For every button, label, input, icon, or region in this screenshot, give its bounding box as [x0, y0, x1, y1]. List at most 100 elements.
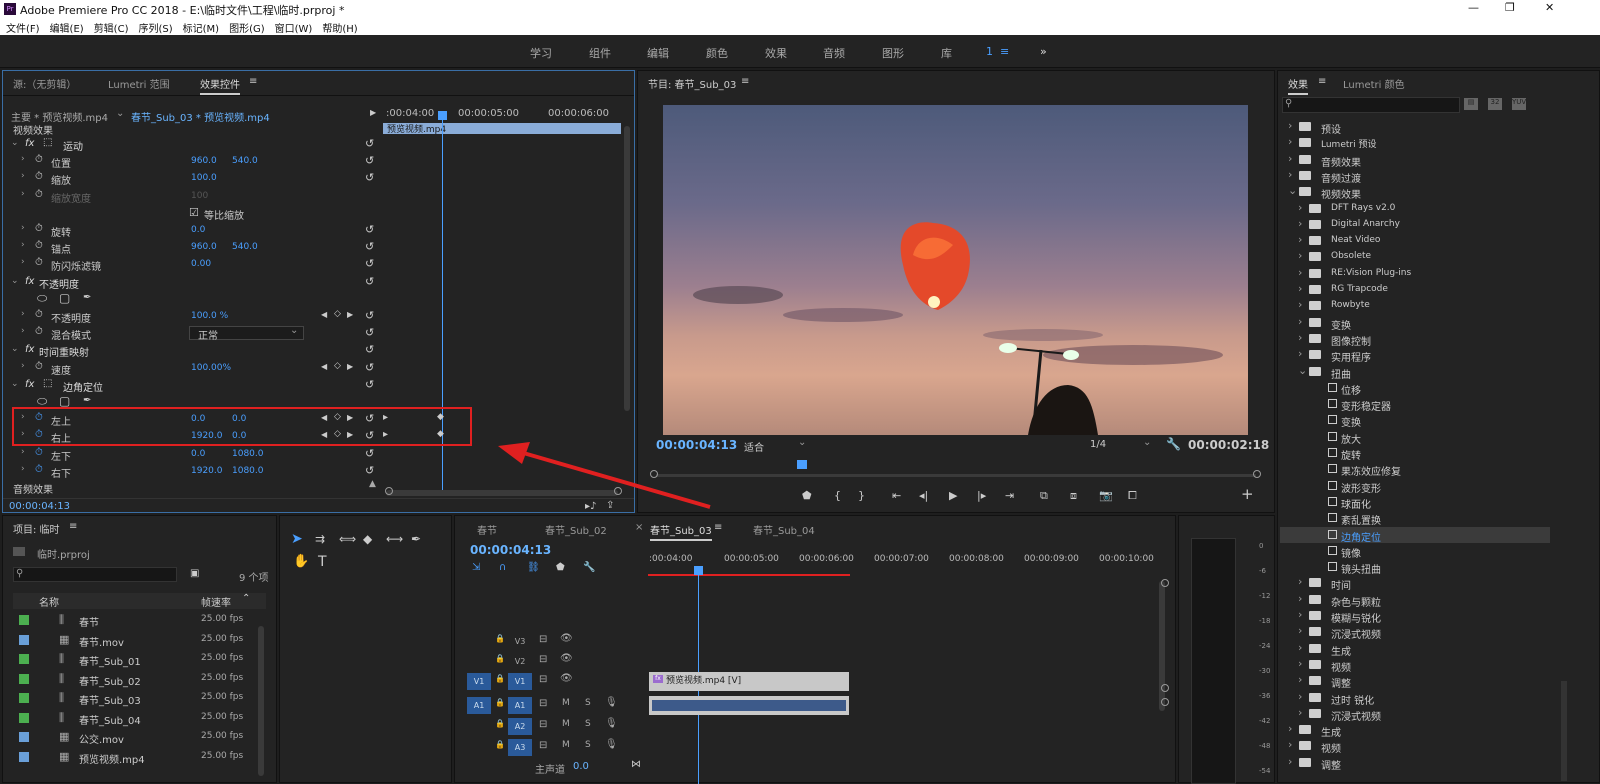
- sequence-tab[interactable]: 春节_Sub_03: [650, 522, 712, 541]
- resolution-chevron-icon[interactable]: ⌄: [1143, 437, 1151, 448]
- master-track-value[interactable]: 0.0: [573, 761, 589, 772]
- scroll-handle[interactable]: [1161, 698, 1169, 706]
- zoom-select[interactable]: 适合: [744, 439, 764, 454]
- mic-icon[interactable]: 🎙: [605, 718, 618, 729]
- expand-arrow-icon[interactable]: ›: [21, 447, 25, 457]
- reset-icon[interactable]: ↺: [365, 343, 374, 356]
- effect-item[interactable]: 变换: [1280, 412, 1550, 429]
- effect-folder[interactable]: › 调整: [1280, 755, 1550, 772]
- add-marker-icon[interactable]: ⬟: [802, 489, 812, 502]
- eye-icon[interactable]: 👁: [560, 673, 573, 684]
- solo-button[interactable]: S: [585, 698, 591, 708]
- slip-tool-icon[interactable]: ⟷: [386, 532, 403, 546]
- effect-folder[interactable]: › RE:Vision Plug-ins: [1280, 266, 1550, 282]
- razor-tool-icon[interactable]: ◆: [363, 532, 372, 546]
- panel-menu-icon[interactable]: ≡: [249, 76, 257, 87]
- workspace-tab-0[interactable]: 学习: [530, 45, 552, 61]
- reset-icon[interactable]: ↺: [365, 326, 374, 339]
- solo-button[interactable]: S: [585, 740, 591, 750]
- lock-icon[interactable]: 🔒: [495, 674, 505, 683]
- mark-in-icon[interactable]: {: [834, 489, 841, 502]
- work-area-bar[interactable]: [648, 574, 850, 576]
- compare-icon[interactable]: ⧠: [1128, 489, 1137, 503]
- accelerated-effects-icon[interactable]: ▤: [1464, 98, 1478, 110]
- effect-folder[interactable]: › 沉浸式视频: [1280, 706, 1550, 723]
- go-to-in-icon[interactable]: ⇤: [892, 489, 901, 502]
- column-fps[interactable]: 帧速率: [201, 594, 231, 609]
- tab-effects[interactable]: 效果: [1288, 76, 1308, 95]
- reset-icon[interactable]: ↺: [365, 275, 374, 288]
- expand-arrow-icon[interactable]: ⌄: [11, 276, 19, 286]
- project-item[interactable]: ▦ 预览视频.mp4 25.00 fps: [13, 749, 256, 767]
- sequence-tab[interactable]: 春节: [477, 522, 497, 537]
- project-item[interactable]: ⫼ 春节 25.00 fps: [13, 612, 256, 630]
- program-playhead[interactable]: [797, 460, 807, 469]
- project-item[interactable]: ⫼ 春节_Sub_04 25.00 fps: [13, 710, 256, 728]
- pen-tool-icon[interactable]: ✒: [411, 532, 421, 546]
- stopwatch-icon[interactable]: ⏱: [35, 189, 43, 200]
- program-title[interactable]: 节目: 春节_Sub_03: [648, 76, 736, 91]
- ec-value-1[interactable]: 100.0 %: [191, 311, 228, 321]
- effects-search-input[interactable]: ⚲: [1282, 97, 1460, 113]
- ec-value-1[interactable]: 1920.0: [191, 466, 223, 476]
- chevron-down-icon[interactable]: ⌄: [1288, 184, 1297, 197]
- chevron-right-icon[interactable]: ›: [1298, 575, 1302, 588]
- expand-arrow-icon[interactable]: ⌄: [11, 344, 19, 354]
- overwrite-icon[interactable]: ⧈: [1070, 489, 1077, 503]
- track-select-tool-icon[interactable]: ⇉: [315, 532, 325, 546]
- expand-arrow-icon[interactable]: ›: [21, 240, 25, 250]
- clip-video-v1[interactable]: fx 预览视频.mp4 [V]: [649, 672, 849, 691]
- ec-value-2[interactable]: 1080.0: [232, 466, 264, 476]
- effect-folder[interactable]: › 实用程序: [1280, 347, 1550, 364]
- chevron-right-icon[interactable]: ›: [1298, 201, 1302, 214]
- play-icon[interactable]: ▶: [949, 489, 957, 502]
- project-item[interactable]: ⫼ 春节_Sub_01 25.00 fps: [13, 651, 256, 669]
- reset-icon[interactable]: ↺: [365, 378, 374, 391]
- tab-lumetri-color[interactable]: Lumetri 颜色: [1343, 76, 1405, 91]
- ec-value-1[interactable]: 0.00: [191, 259, 211, 269]
- add-keyframe-icon[interactable]: ◇: [334, 309, 341, 319]
- chevron-right-icon[interactable]: ›: [1288, 152, 1292, 165]
- ec-value-2[interactable]: 540.0: [232, 156, 258, 166]
- label-color-swatch[interactable]: [19, 751, 29, 762]
- timeline-playhead-handle[interactable]: [694, 566, 703, 575]
- reset-icon[interactable]: ↺: [365, 240, 374, 253]
- transform-icon[interactable]: ⬚: [43, 137, 52, 148]
- expand-arrow-icon[interactable]: ›: [21, 326, 25, 336]
- chevron-right-icon[interactable]: ›: [1298, 641, 1302, 654]
- stopwatch-icon[interactable]: ⏱: [35, 154, 43, 165]
- reset-icon[interactable]: ↺: [365, 309, 374, 322]
- chevron-down-icon[interactable]: ⌄: [1298, 364, 1307, 377]
- sync-lock-icon[interactable]: ⊟: [539, 740, 547, 751]
- eye-icon[interactable]: 👁: [560, 653, 573, 664]
- reset-icon[interactable]: ↺: [365, 154, 374, 167]
- effect-folder[interactable]: › 沉浸式视频: [1280, 624, 1550, 641]
- effect-folder[interactable]: ⌄ 视频效果: [1280, 184, 1550, 201]
- effect-folder[interactable]: › 视频: [1280, 738, 1550, 755]
- chevron-right-icon[interactable]: ›: [1298, 608, 1302, 621]
- transform-icon[interactable]: ⬚: [43, 378, 52, 389]
- workspace-active[interactable]: 1: [986, 45, 993, 58]
- chevron-right-icon[interactable]: ›: [1288, 135, 1292, 148]
- chevron-right-icon[interactable]: ›: [1288, 722, 1292, 735]
- effect-folder[interactable]: › 音频效果: [1280, 152, 1550, 169]
- add-marker-icon[interactable]: ⬟: [556, 562, 565, 573]
- effect-folder[interactable]: › 过时 锐化: [1280, 690, 1550, 707]
- sort-up-icon[interactable]: ⌃: [242, 593, 250, 604]
- close-tab-icon[interactable]: ×: [635, 522, 643, 533]
- selection-tool-icon[interactable]: ➤: [291, 531, 303, 547]
- close-icon[interactable]: ✕: [1545, 1, 1554, 14]
- stopwatch-icon[interactable]: ⏱: [35, 223, 43, 234]
- chevron-right-icon[interactable]: ›: [1298, 347, 1302, 360]
- expand-arrow-icon[interactable]: ›: [21, 464, 25, 474]
- reset-icon[interactable]: ↺: [365, 257, 374, 270]
- chevron-right-icon[interactable]: ›: [1288, 755, 1292, 768]
- effect-item[interactable]: 镜像: [1280, 543, 1550, 560]
- export-frame-icon[interactable]: 📷: [1099, 489, 1113, 502]
- new-bin-icon[interactable]: ▣: [190, 568, 199, 579]
- sync-lock-icon[interactable]: ⊟: [539, 719, 547, 730]
- track-target[interactable]: A2: [508, 718, 532, 735]
- 32bit-effects-icon[interactable]: 32: [1488, 98, 1502, 110]
- chevron-down-icon[interactable]: ⌄: [116, 108, 124, 119]
- program-menu-icon[interactable]: ≡: [741, 76, 749, 87]
